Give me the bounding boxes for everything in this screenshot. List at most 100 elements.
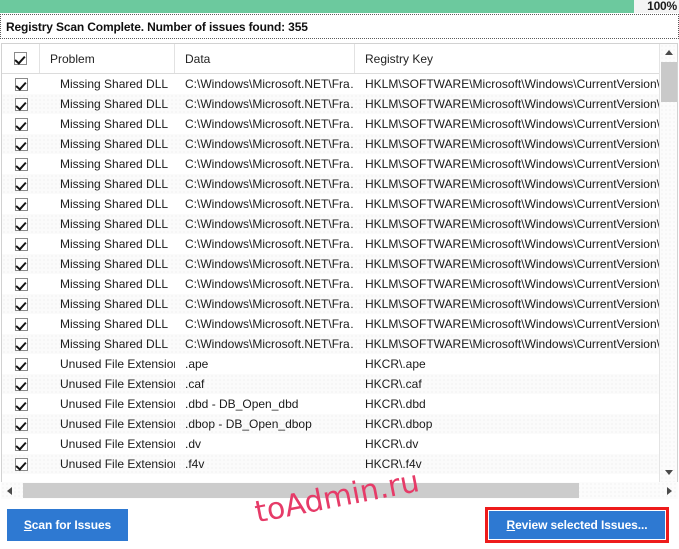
row-checkbox-cell[interactable]	[2, 357, 40, 371]
cell-problem: Missing Shared DLL	[60, 277, 169, 291]
row-checkbox-cell[interactable]	[2, 337, 40, 351]
scroll-right-button[interactable]	[661, 482, 678, 499]
cell-registry-key: HKLM\SOFTWARE\Microsoft\Windows\CurrentV…	[365, 77, 659, 91]
table-row[interactable]: Unused File Extension .f4v HKCR\.f4v	[2, 454, 659, 474]
column-header-select-all[interactable]	[2, 44, 40, 73]
row-checkbox[interactable]	[14, 457, 28, 471]
scan-for-issues-button[interactable]: Scan for Issues	[7, 509, 128, 541]
cell-registry-key: HKLM\SOFTWARE\Microsoft\Windows\CurrentV…	[365, 157, 659, 171]
cell-registry-key: HKLM\SOFTWARE\Microsoft\Windows\CurrentV…	[365, 197, 659, 211]
row-checkbox-cell[interactable]	[2, 377, 40, 391]
row-checkbox[interactable]	[14, 157, 28, 171]
vertical-scrollbar[interactable]	[659, 44, 677, 498]
row-checkbox-cell[interactable]	[2, 297, 40, 311]
cell-problem: Missing Shared DLL	[60, 237, 169, 251]
row-checkbox[interactable]	[14, 337, 28, 351]
review-button-accel: R	[506, 518, 516, 532]
row-checkbox-cell[interactable]	[2, 437, 40, 451]
row-checkbox-cell[interactable]	[2, 97, 40, 111]
table-row[interactable]: Unused File Extension .dv HKCR\.dv	[2, 434, 659, 454]
row-checkbox-cell[interactable]	[2, 257, 40, 271]
column-header-problem[interactable]: Problem	[40, 44, 175, 73]
table-row[interactable]: Unused File Extension .caf HKCR\.caf	[2, 374, 659, 394]
column-header-problem-label: Problem	[50, 51, 95, 66]
table-row[interactable]: Missing Shared DLL C:\Windows\Microsoft.N…	[2, 314, 659, 334]
row-checkbox[interactable]	[14, 137, 28, 151]
column-header-data-label: Data	[185, 51, 211, 66]
table-row[interactable]: Missing Shared DLL C:\Windows\Microsoft.N…	[2, 134, 659, 154]
row-checkbox[interactable]	[14, 77, 28, 91]
row-checkbox[interactable]	[14, 297, 28, 311]
row-checkbox-cell[interactable]	[2, 157, 40, 171]
row-checkbox[interactable]	[14, 217, 28, 231]
horizontal-scrollbar[interactable]	[1, 482, 678, 499]
scroll-left-button[interactable]	[1, 482, 18, 499]
row-checkbox[interactable]	[14, 197, 28, 211]
cell-problem: Missing Shared DLL	[60, 137, 169, 151]
cell-data: C:\Windows\Microsoft.NET\Fra…	[185, 217, 355, 231]
table-row[interactable]: Missing Shared DLL C:\Windows\Microsoft.N…	[2, 94, 659, 114]
cell-problem: Missing Shared DLL	[60, 117, 169, 131]
table-row[interactable]: Missing Shared DLL C:\Windows\Microsoft.N…	[2, 254, 659, 274]
row-checkbox-cell[interactable]	[2, 177, 40, 191]
cell-registry-key: HKLM\SOFTWARE\Microsoft\Windows\CurrentV…	[365, 277, 659, 291]
table-row[interactable]: Missing Shared DLL C:\Windows\Microsoft.N…	[2, 154, 659, 174]
cell-data: C:\Windows\Microsoft.NET\Fra…	[185, 197, 355, 211]
row-checkbox[interactable]	[14, 177, 28, 191]
row-checkbox[interactable]	[14, 377, 28, 391]
row-checkbox-cell[interactable]	[2, 397, 40, 411]
table-row[interactable]: Missing Shared DLL C:\Windows\Microsoft.N…	[2, 194, 659, 214]
status-bar: Registry Scan Complete. Number of issues…	[0, 14, 679, 39]
table-row[interactable]: Missing Shared DLL C:\Windows\Microsoft.N…	[2, 214, 659, 234]
row-checkbox[interactable]	[14, 237, 28, 251]
cell-data: C:\Windows\Microsoft.NET\Fra…	[185, 77, 355, 91]
table-row[interactable]: Missing Shared DLL C:\Windows\Microsoft.N…	[2, 114, 659, 134]
row-checkbox[interactable]	[14, 277, 28, 291]
table-row[interactable]: Missing Shared DLL C:\Windows\Microsoft.N…	[2, 334, 659, 354]
column-header-data[interactable]: Data	[175, 44, 355, 73]
table-row[interactable]: Unused File Extension .dbd - DB_Open_dbd H…	[2, 394, 659, 414]
column-header-registry-key[interactable]: Registry Key	[355, 44, 659, 73]
scroll-down-button[interactable]	[660, 464, 677, 481]
row-checkbox-cell[interactable]	[2, 457, 40, 471]
cell-registry-key: HKLM\SOFTWARE\Microsoft\Windows\CurrentV…	[365, 257, 659, 271]
row-checkbox[interactable]	[14, 397, 28, 411]
row-checkbox-cell[interactable]	[2, 277, 40, 291]
row-checkbox[interactable]	[14, 317, 28, 331]
table-row[interactable]: Missing Shared DLL C:\Windows\Microsoft.N…	[2, 234, 659, 254]
vertical-scrollbar-thumb[interactable]	[661, 62, 677, 102]
row-checkbox[interactable]	[14, 437, 28, 451]
cell-registry-key: HKLM\SOFTWARE\Microsoft\Windows\CurrentV…	[365, 177, 659, 191]
table-row[interactable]: Unused File Extension .ape HKCR\.ape	[2, 354, 659, 374]
cell-data: C:\Windows\Microsoft.NET\Fra…	[185, 257, 355, 271]
row-checkbox[interactable]	[14, 257, 28, 271]
cell-registry-key: HKLM\SOFTWARE\Microsoft\Windows\CurrentV…	[365, 237, 659, 251]
table-row[interactable]: Missing Shared DLL C:\Windows\Microsoft.N…	[2, 274, 659, 294]
row-checkbox-cell[interactable]	[2, 137, 40, 151]
review-button-label: eview selected Issues...	[515, 518, 648, 532]
row-checkbox-cell[interactable]	[2, 417, 40, 431]
row-checkbox-cell[interactable]	[2, 217, 40, 231]
row-checkbox[interactable]	[14, 117, 28, 131]
horizontal-scrollbar-thumb[interactable]	[23, 483, 579, 498]
table-row[interactable]: Missing Shared DLL C:\Windows\Microsoft.N…	[2, 174, 659, 194]
cell-problem: Missing Shared DLL	[60, 337, 169, 351]
row-checkbox-cell[interactable]	[2, 317, 40, 331]
row-checkbox-cell[interactable]	[2, 237, 40, 251]
row-checkbox-cell[interactable]	[2, 77, 40, 91]
scroll-up-button[interactable]	[660, 44, 677, 61]
row-checkbox-cell[interactable]	[2, 117, 40, 131]
scan-button-accel: S	[23, 518, 32, 532]
row-checkbox[interactable]	[14, 357, 28, 371]
select-all-checkbox[interactable]	[14, 52, 27, 65]
table-row[interactable]: Missing Shared DLL C:\Windows\Microsoft.N…	[2, 294, 659, 314]
table-row[interactable]: Missing Shared DLL C:\Windows\Microsoft.N…	[2, 74, 659, 94]
row-checkbox[interactable]	[14, 417, 28, 431]
cell-registry-key: HKLM\SOFTWARE\Microsoft\Windows\CurrentV…	[365, 297, 659, 311]
cell-registry-key: HKLM\SOFTWARE\Microsoft\Windows\CurrentV…	[365, 97, 659, 111]
review-selected-issues-button[interactable]: Review selected Issues...	[489, 511, 665, 539]
row-checkbox-cell[interactable]	[2, 197, 40, 211]
row-checkbox[interactable]	[14, 97, 28, 111]
cell-data: .dv	[185, 437, 202, 451]
table-row[interactable]: Unused File Extension .dbop - DB_Open_dbo…	[2, 414, 659, 434]
